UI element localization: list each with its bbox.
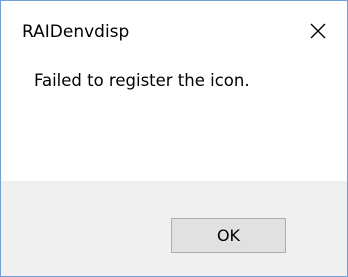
dialog-body: Failed to register the icon.	[1, 51, 347, 181]
title-bar[interactable]: RAIDenvdisp	[1, 1, 347, 51]
ok-button[interactable]: OK	[171, 218, 286, 253]
dialog-footer: OK	[1, 181, 347, 276]
error-message: Failed to register the icon.	[34, 71, 250, 90]
close-icon	[310, 23, 326, 39]
close-button[interactable]	[303, 16, 333, 46]
window-title: RAIDenvdisp	[22, 22, 130, 42]
message-dialog: RAIDenvdisp Failed to register the icon.…	[0, 0, 348, 277]
